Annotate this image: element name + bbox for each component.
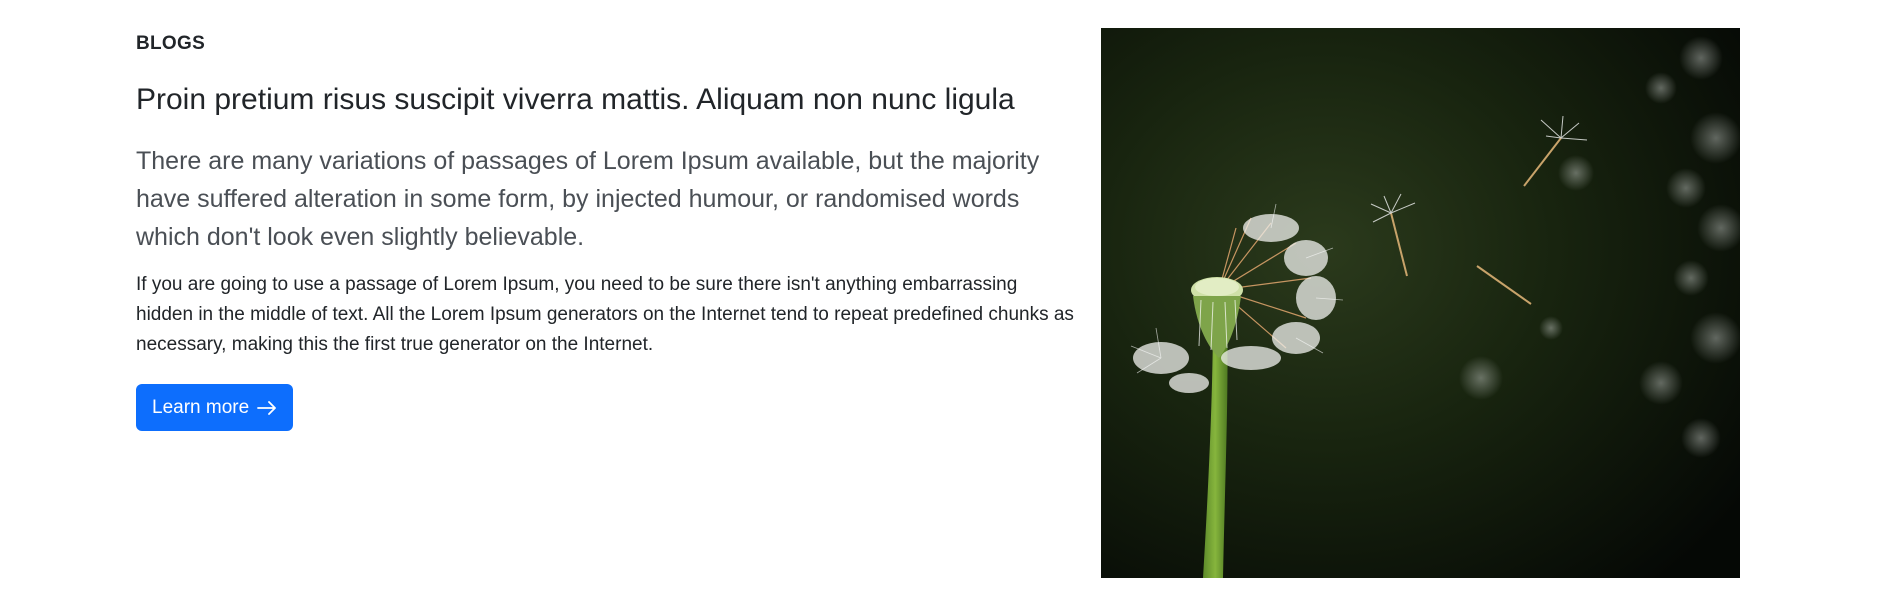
- blog-headline: Proin pretium risus suscipit viverra mat…: [136, 83, 1015, 116]
- blog-feature-section: BLOGS Proin pretium risus suscipit viver…: [0, 0, 1883, 612]
- learn-more-button[interactable]: Learn more: [136, 384, 294, 431]
- section-eyebrow: BLOGS: [136, 33, 206, 54]
- arrow-right-icon: [257, 400, 277, 415]
- blog-body-paragraph: If you are going to use a passage of Lor…: [136, 274, 1074, 355]
- blog-text-column: BLOGS Proin pretium risus suscipit viver…: [136, 30, 1076, 431]
- dandelion-photo: [1101, 28, 1740, 578]
- blog-lead-paragraph: There are many variations of passages of…: [136, 147, 1040, 251]
- dandelion-illustration: [1101, 28, 1740, 578]
- learn-more-label: Learn more: [152, 396, 250, 418]
